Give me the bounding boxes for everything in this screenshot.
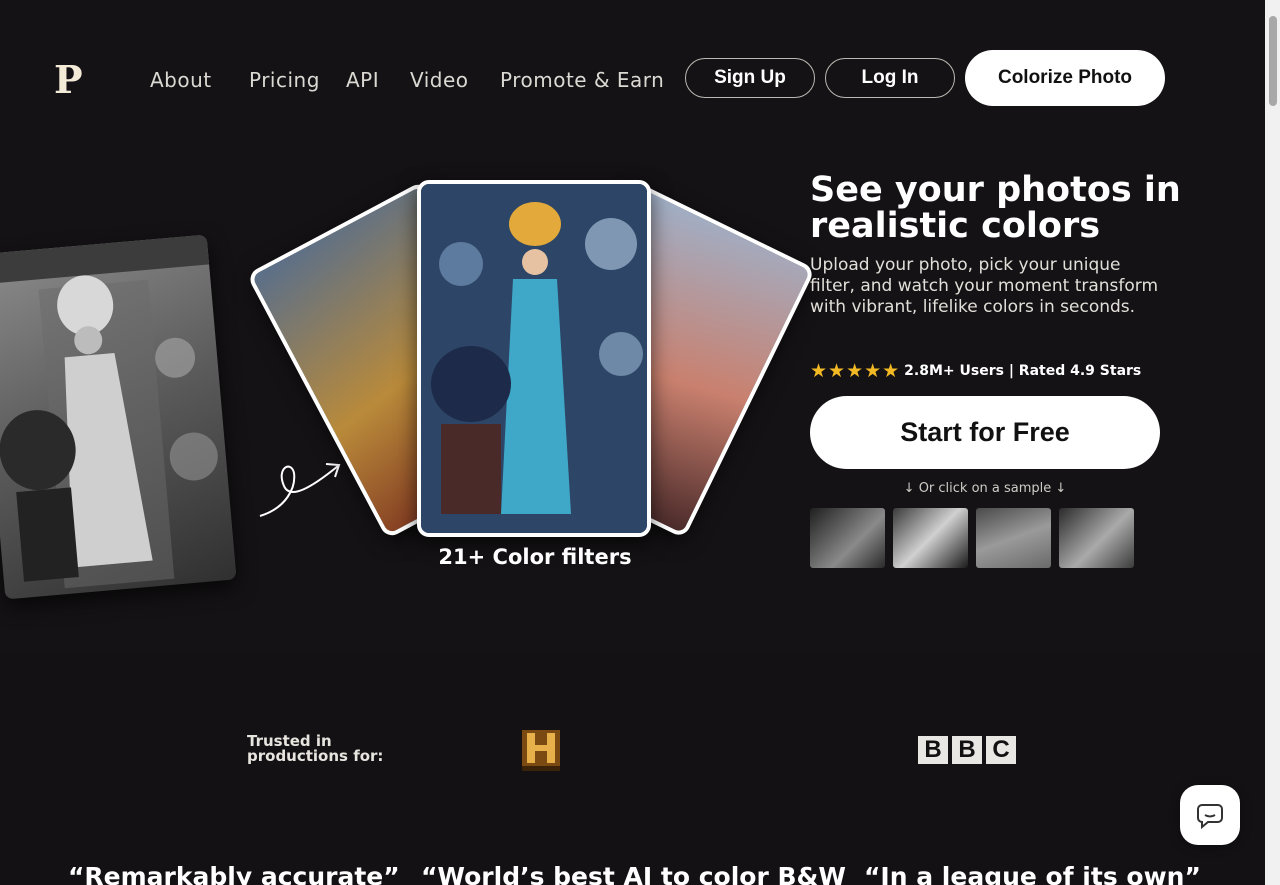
colorize-photo-button[interactable]: Colorize Photo: [965, 50, 1165, 106]
trusted-label: Trusted in productions for:: [247, 732, 384, 765]
sample-hint: ↓ Or click on a sample ↓: [903, 481, 1067, 496]
sample-photo-garden[interactable]: [976, 508, 1051, 568]
arrow-squiggle-icon: [259, 463, 341, 517]
start-for-free-button[interactable]: Start for Free: [810, 396, 1160, 469]
sample-photo-family[interactable]: [1059, 508, 1134, 568]
nav-video[interactable]: Video: [410, 68, 469, 92]
chat-icon: [1197, 804, 1223, 829]
quote-1: “Remarkably accurate”: [68, 862, 400, 885]
rating: ★★★★★ 2.8M+ Users | Rated 4.9 Stars: [810, 360, 1141, 382]
chat-button[interactable]: [1180, 785, 1240, 845]
bbc-logo: B B C: [918, 736, 1016, 764]
history-logo: [522, 730, 560, 771]
nav-about[interactable]: About: [150, 68, 212, 92]
nav-api[interactable]: API: [346, 68, 379, 92]
bbc-letter-b2: B: [952, 736, 982, 764]
bbc-letter-b1: B: [918, 736, 948, 764]
black-white-photo: [0, 234, 237, 600]
sign-up-button[interactable]: Sign Up: [685, 58, 815, 98]
log-in-button[interactable]: Log In: [825, 58, 955, 98]
logo[interactable]: P: [54, 60, 83, 100]
star-icon: ★★★★★: [810, 360, 901, 382]
quote-3: “In a league of its own”: [864, 862, 1201, 885]
scrollbar-thumb[interactable]: [1269, 16, 1277, 106]
hero-subtitle: Upload your photo, pick your unique filt…: [810, 255, 1159, 317]
sample-photo-woman[interactable]: [810, 508, 885, 568]
scrollbar[interactable]: [1265, 0, 1280, 885]
sample-photo-man[interactable]: [893, 508, 968, 568]
bbc-letter-c: C: [986, 736, 1016, 764]
sample-photos: [810, 508, 1134, 568]
color-filters-label: 21+ Color filters: [438, 545, 632, 569]
quote-2: “World’s best AI to color B&W: [421, 862, 846, 885]
rating-text: 2.8M+ Users | Rated 4.9 Stars: [904, 363, 1142, 379]
color-filter-card-main[interactable]: [417, 180, 651, 537]
hero-title: See your photos in realistic colors: [810, 170, 1181, 246]
nav-pricing[interactable]: Pricing: [249, 68, 320, 92]
trusted-section: [0, 652, 1265, 885]
nav-promote-earn[interactable]: Promote & Earn: [500, 68, 664, 92]
